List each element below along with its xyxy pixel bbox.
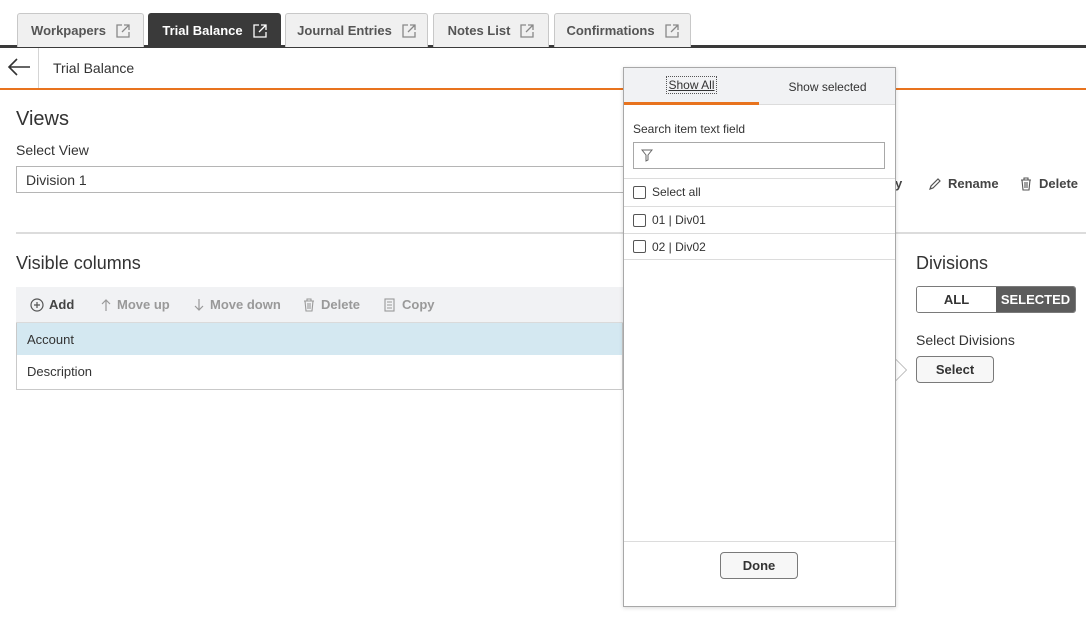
tab-label: Notes List (447, 23, 511, 38)
filter-icon (641, 149, 653, 162)
tab-workpapers[interactable]: Workpapers (17, 13, 144, 47)
move-up-label: Move up (117, 297, 170, 312)
copy-icon (384, 297, 395, 312)
item-label: 01 | Div01 (652, 213, 706, 227)
external-link-icon (664, 23, 679, 38)
checkbox[interactable] (633, 240, 646, 253)
tab-label: Journal Entries (297, 23, 392, 38)
external-link-icon (116, 23, 130, 38)
show-selected-label: Show selected (788, 79, 867, 94)
divisions-heading: Divisions (916, 253, 989, 273)
add-label: Add (49, 297, 75, 312)
select-all-label: Select all (652, 185, 701, 199)
list-item[interactable]: 02 | Div02 (624, 233, 895, 260)
copy-button-partial[interactable]: y (895, 176, 902, 191)
trash-icon (304, 297, 314, 312)
division-picker-popover: Show All Show selected Search item text … (623, 67, 896, 607)
tab-notes-list[interactable]: Notes List (433, 13, 549, 47)
popover-tabs: Show All Show selected (624, 68, 895, 105)
external-link-icon (252, 23, 267, 38)
grid-row[interactable]: Account (17, 323, 622, 355)
external-link-icon (520, 23, 535, 38)
columns-grid: Account Description (16, 323, 623, 390)
arrow-down-icon (194, 298, 204, 311)
copy-column-button[interactable]: Copy (383, 297, 435, 312)
rename-button[interactable]: Rename (928, 176, 999, 191)
item-label: 02 | Div02 (652, 239, 706, 254)
select-all-checkbox[interactable]: Select all (624, 178, 895, 205)
tab-show-selected[interactable]: Show selected (760, 68, 895, 105)
divider (624, 541, 895, 542)
checkbox[interactable] (633, 213, 646, 227)
tab-journal-entries[interactable]: Journal Entries (285, 13, 428, 47)
plus-circle-icon (30, 297, 44, 312)
select-divisions-label: Select Divisions (916, 332, 1015, 348)
arrow-up-icon (101, 298, 111, 311)
section-divider (16, 232, 1086, 234)
delete-label: Delete (1039, 176, 1079, 191)
divider (38, 48, 39, 88)
toggle-selected[interactable]: SELECTED (996, 287, 1075, 312)
show-all-label: Show All (666, 76, 717, 94)
tab-confirmations[interactable]: Confirmations (554, 13, 691, 47)
view-select[interactable]: Division 1 (16, 166, 656, 193)
move-down-button[interactable]: Move down (193, 297, 281, 312)
toggle-all[interactable]: ALL (917, 287, 996, 312)
external-link-icon (402, 23, 416, 38)
tab-show-all[interactable]: Show All (624, 68, 759, 105)
select-view-label: Select View (16, 142, 89, 158)
views-heading: Views (16, 108, 69, 130)
tab-trial-balance[interactable]: Trial Balance (148, 13, 281, 47)
grid-row[interactable]: Description (17, 355, 622, 387)
columns-toolbar: Add Move up Move down Delete Copy (16, 287, 623, 323)
checkbox[interactable] (633, 185, 646, 199)
page-title: Trial Balance (53, 60, 135, 76)
delete-column-button[interactable]: Delete (302, 297, 360, 312)
search-label: Search item text field (633, 122, 746, 136)
delete-view-button[interactable]: Delete (1019, 176, 1078, 191)
delete-column-label: Delete (321, 297, 361, 312)
tab-label: Workpapers (31, 23, 106, 38)
tab-label: Trial Balance (162, 23, 243, 38)
tab-label: Confirmations (566, 23, 655, 38)
copy-label: y (895, 176, 903, 191)
back-arrow-icon[interactable] (6, 56, 32, 78)
copy-column-label: Copy (402, 297, 435, 312)
list-item[interactable]: 01 | Div01 (624, 206, 895, 233)
search-input[interactable] (633, 142, 885, 169)
select-divisions-button[interactable]: Select (916, 356, 994, 383)
pencil-icon (929, 177, 941, 190)
done-button[interactable]: Done (720, 552, 798, 579)
page-header: Trial Balance (0, 48, 1086, 90)
divisions-toggle: ALL SELECTED (916, 286, 1076, 313)
visible-columns-heading: Visible columns (16, 253, 141, 273)
trash-icon (1021, 176, 1031, 191)
add-column-button[interactable]: Add (30, 297, 74, 312)
move-down-label: Move down (210, 297, 281, 312)
move-up-button[interactable]: Move up (100, 297, 170, 312)
rename-label: Rename (948, 176, 999, 191)
top-tab-bar: Workpapers Trial Balance Journal Entries… (0, 0, 1086, 48)
